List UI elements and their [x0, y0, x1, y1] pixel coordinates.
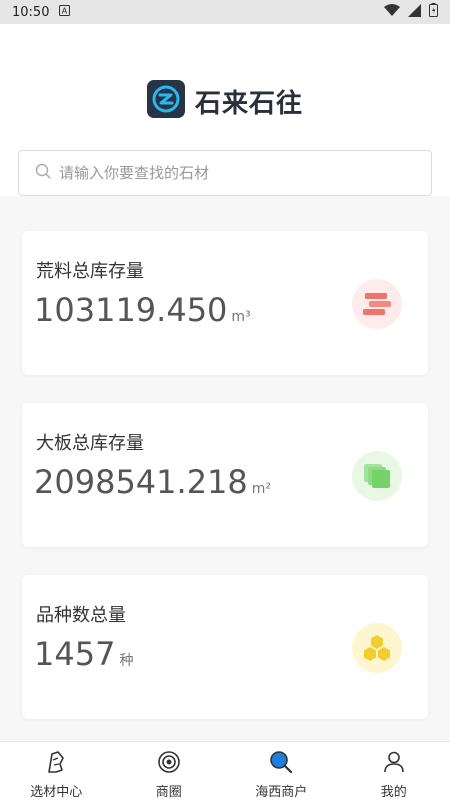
tab-business-circle[interactable]: 商圈	[113, 742, 226, 800]
stat-card-blocks[interactable]: 荒料总库存量 103119.450 m³	[22, 231, 428, 375]
svg-text:A: A	[62, 6, 68, 15]
bottom-tab-bar: 选材中心 商圈 海西商户 我的	[0, 741, 450, 800]
wifi-icon	[384, 3, 400, 21]
tab-label: 海西商户	[255, 785, 308, 800]
stacked-slabs-icon	[352, 451, 402, 501]
circle-target-icon	[157, 750, 181, 778]
hexagon-cluster-icon	[352, 623, 402, 673]
tab-label: 选材中心	[30, 785, 83, 800]
app-name: 石来石往	[194, 88, 303, 119]
card-value: 103119.450 m³	[34, 291, 251, 329]
status-time: 10:50	[12, 4, 50, 20]
card-number: 1457	[34, 635, 116, 673]
card-unit: 种	[119, 653, 134, 669]
magnifier-icon	[269, 750, 293, 778]
tab-haixi-merchants[interactable]: 海西商户	[225, 742, 338, 800]
card-title: 品种数总量	[36, 605, 126, 626]
stat-card-slabs[interactable]: 大板总库存量 2098541.218 m²	[22, 403, 428, 547]
card-number: 2098541.218	[34, 463, 248, 501]
card-title: 荒料总库存量	[36, 261, 144, 282]
card-unit: m²	[251, 481, 272, 497]
header: 石来石往	[0, 24, 450, 196]
tab-label: 商圈	[155, 785, 182, 800]
battery-icon	[429, 3, 438, 21]
person-icon	[382, 750, 406, 778]
status-bar: 10:50 A	[0, 0, 450, 24]
card-value: 2098541.218 m²	[34, 463, 271, 501]
tab-material-center[interactable]: 选材中心	[0, 742, 113, 800]
notification-icon: A	[59, 4, 71, 20]
search-input[interactable]	[59, 164, 399, 182]
tab-label: 我的	[380, 785, 407, 800]
card-number: 103119.450	[34, 291, 228, 329]
search-icon	[35, 163, 51, 183]
tab-mine[interactable]: 我的	[338, 742, 450, 800]
brand: 石来石往	[0, 80, 450, 122]
stat-card-varieties[interactable]: 品种数总量 1457 种	[22, 575, 428, 719]
card-title: 大板总库存量	[36, 433, 144, 454]
logo-icon	[146, 80, 185, 122]
card-unit: m³	[231, 309, 251, 325]
card-value: 1457 种	[34, 635, 133, 673]
stone-select-icon	[44, 750, 68, 778]
signal-icon	[408, 3, 421, 21]
stacked-blocks-icon	[352, 279, 402, 329]
search-bar[interactable]	[18, 150, 432, 196]
